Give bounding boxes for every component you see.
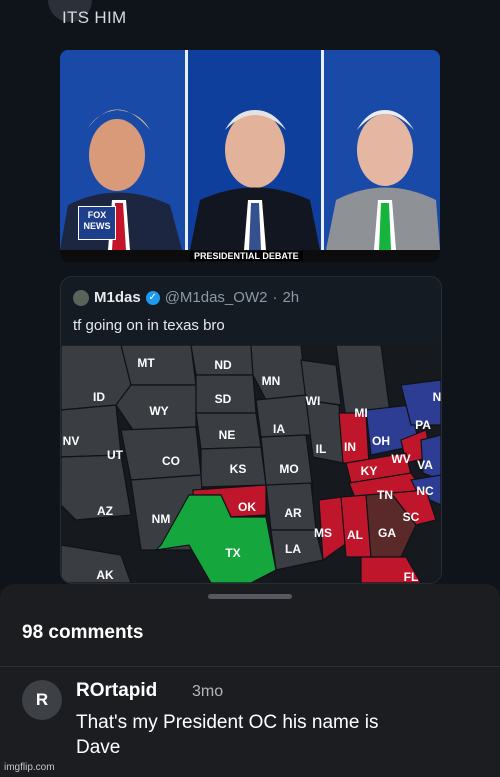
quoted-dot: · [272, 289, 278, 306]
quoted-post[interactable]: M1das ✓ @M1das_OW2 · 2h tf going on in t… [60, 276, 442, 584]
map-label-ky: KY [361, 464, 378, 478]
map-label-pa: PA [415, 418, 431, 432]
quoted-avatar[interactable] [73, 289, 89, 306]
map-label-il: IL [316, 442, 327, 456]
commenter-username[interactable]: ROrtapid [76, 680, 157, 702]
map-label-al: AL [347, 528, 363, 542]
debate-image-artwork [60, 50, 440, 250]
map-label-fl: FL [404, 570, 419, 583]
debate-image[interactable]: FOX NEWS PRESIDENTIAL DEBATE [60, 50, 440, 262]
map-label-sc: SC [403, 510, 420, 524]
comment-text: That's my President OC his name is Dave [76, 712, 379, 758]
quoted-post-text: tf going on in texas bro [73, 317, 225, 334]
quoted-time: 2h [282, 289, 300, 306]
map-label-oh: OH [372, 434, 390, 448]
map-label-nd: ND [214, 358, 232, 372]
map-label-mo: MO [279, 462, 298, 476]
debate-ticker: PRESIDENTIAL DEBATE [60, 250, 440, 262]
verified-check-icon: ✓ [145, 290, 160, 305]
comment-time: 3mo [192, 683, 224, 700]
map-label-tn: TN [377, 488, 393, 502]
map-label-ks: KS [230, 462, 247, 476]
map-label-ms: MS [314, 526, 332, 540]
comments-sheet[interactable]: 98 comments R ROrtapid 3mo That's my Pre… [0, 584, 500, 777]
sheet-drag-handle[interactable] [208, 594, 292, 599]
comments-count-title: 98 comments [22, 622, 144, 643]
sheet-divider [0, 666, 500, 667]
map-label-wv: WV [391, 452, 410, 466]
map-label-n: N [433, 390, 441, 404]
map-label-az: AZ [97, 504, 113, 518]
imgflip-watermark: imgflip.com [4, 762, 55, 773]
map-label-ok: OK [238, 500, 256, 514]
map-label-va: VA [417, 458, 433, 472]
commenter-avatar[interactable]: R [22, 680, 62, 720]
map-label-wy: WY [149, 404, 168, 418]
map-label-id: ID [93, 390, 105, 404]
quoted-author-handle[interactable]: @M1das_OW2 [165, 289, 268, 306]
quoted-author-name[interactable]: M1das [94, 289, 141, 306]
map-label-sd: SD [215, 392, 232, 406]
map-label-ga: GA [378, 526, 396, 540]
map-label-ne: NE [219, 428, 236, 442]
map-label-mn: MN [262, 374, 281, 388]
fox-news-logo: FOX NEWS [78, 206, 116, 240]
map-label-mi: MI [354, 406, 367, 420]
presidential-debate-label: PRESIDENTIAL DEBATE [190, 251, 303, 261]
map-label-co: CO [162, 454, 180, 468]
us-election-map[interactable]: MT ND MN ID SD WI MI WY NE IA NV UT CO K… [61, 344, 441, 583]
map-label-nv: NV [63, 434, 80, 448]
map-label-mt: MT [137, 356, 155, 370]
map-label-wi: WI [306, 394, 321, 408]
post-caption: ITS HIM [62, 8, 127, 27]
map-label-nc: NC [416, 484, 434, 498]
map-label-nm: NM [152, 512, 171, 526]
map-label-ar: AR [284, 506, 302, 520]
map-label-in: IN [344, 440, 356, 454]
map-label-ut: UT [107, 448, 124, 462]
quoted-post-header: M1das ✓ @M1das_OW2 · 2h [73, 289, 299, 306]
map-label-tx: TX [225, 546, 240, 560]
map-label-la: LA [285, 542, 301, 556]
map-label-ak: AK [96, 568, 114, 582]
map-label-ia: IA [273, 422, 285, 436]
map-svg: MT ND MN ID SD WI MI WY NE IA NV UT CO K… [61, 344, 441, 583]
